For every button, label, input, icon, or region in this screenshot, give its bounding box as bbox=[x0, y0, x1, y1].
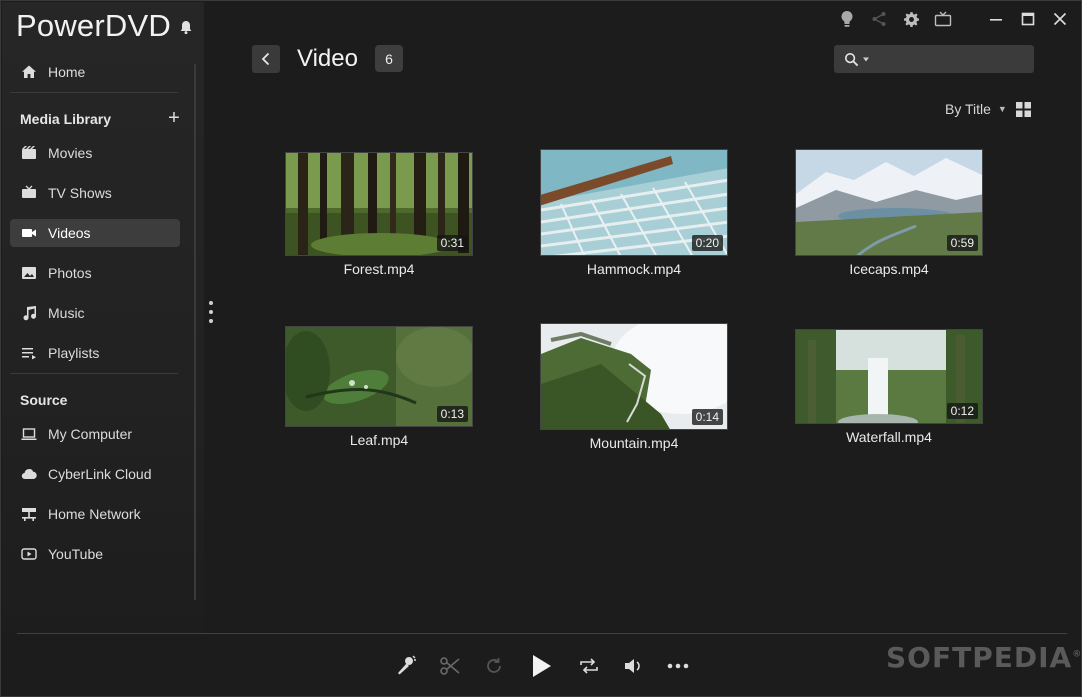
sidebar-item-label: Home bbox=[48, 64, 86, 80]
video-camera-icon bbox=[20, 224, 38, 242]
video-thumbnail[interactable]: 0:20 bbox=[540, 149, 728, 256]
video-thumbnail[interactable]: 0:31 bbox=[285, 152, 473, 256]
share-icon[interactable] bbox=[870, 10, 888, 28]
karaoke-mic-icon[interactable] bbox=[393, 653, 419, 679]
sort-label: By Title bbox=[945, 101, 991, 117]
video-thumbnail[interactable]: 0:14 bbox=[540, 323, 728, 430]
video-thumbnail[interactable]: 0:59 bbox=[795, 149, 983, 256]
panel-splitter-handle[interactable] bbox=[208, 301, 214, 327]
playback-bar-divider bbox=[17, 633, 1067, 634]
minimize-icon[interactable] bbox=[987, 10, 1005, 28]
chevron-left-icon bbox=[261, 52, 270, 66]
sidebar-item-label: My Computer bbox=[48, 426, 133, 442]
repeat-shuffle-icon[interactable] bbox=[576, 653, 602, 679]
sidebar-item-label: Movies bbox=[48, 145, 93, 161]
sidebar-item-cyberlink-cloud[interactable]: CyberLink Cloud bbox=[10, 460, 180, 488]
sidebar-item-playlists[interactable]: Playlists bbox=[10, 339, 180, 367]
duration-badge: 0:59 bbox=[946, 235, 978, 251]
bell-icon[interactable] bbox=[178, 19, 194, 35]
cloud-icon bbox=[20, 465, 38, 483]
video-tile-icecaps[interactable]: 0:59 Icecaps.mp4 bbox=[795, 149, 983, 277]
duration-badge: 0:14 bbox=[691, 409, 723, 425]
video-filename: Mountain.mp4 bbox=[589, 435, 679, 451]
back-button[interactable] bbox=[252, 45, 280, 73]
search-box[interactable] bbox=[834, 45, 1034, 73]
lightbulb-icon[interactable] bbox=[838, 10, 856, 28]
video-filename: Leaf.mp4 bbox=[349, 432, 409, 448]
network-icon bbox=[20, 505, 38, 523]
duration-badge: 0:31 bbox=[436, 235, 468, 251]
sidebar-item-label: TV Shows bbox=[48, 185, 112, 201]
sidebar-item-label: Playlists bbox=[48, 345, 100, 361]
sidebar-item-tv-shows[interactable]: TV Shows bbox=[10, 179, 180, 207]
duration-badge: 0:12 bbox=[946, 403, 978, 419]
video-tile-mountain[interactable]: 0:14 Mountain.mp4 bbox=[540, 323, 728, 451]
sidebar-item-photos[interactable]: Photos bbox=[10, 259, 180, 287]
video-tile-leaf[interactable]: 0:13 Leaf.mp4 bbox=[285, 326, 473, 448]
scissors-icon[interactable] bbox=[437, 653, 463, 679]
video-tile-waterfall[interactable]: 0:12 Waterfall.mp4 bbox=[795, 329, 983, 445]
sidebar-item-youtube[interactable]: YouTube bbox=[10, 540, 180, 568]
sidebar-item-label: Photos bbox=[48, 265, 92, 281]
volume-icon[interactable] bbox=[621, 653, 647, 679]
sidebar-item-label: Home Network bbox=[48, 506, 141, 522]
duration-badge: 0:20 bbox=[691, 235, 723, 251]
softpedia-watermark: SOFTPEDIA® bbox=[886, 641, 1082, 674]
divider bbox=[10, 373, 178, 374]
sidebar-item-movies[interactable]: Movies bbox=[10, 139, 180, 167]
page-title: Video bbox=[297, 45, 358, 72]
sidebar-item-music[interactable]: Music bbox=[10, 299, 180, 327]
sidebar-item-videos[interactable]: Videos bbox=[10, 219, 180, 247]
duration-badge: 0:13 bbox=[436, 406, 468, 422]
app-title: PowerDVD bbox=[16, 8, 171, 43]
gear-icon[interactable] bbox=[902, 10, 920, 28]
source-heading: Source bbox=[20, 392, 68, 408]
search-input[interactable] bbox=[876, 51, 1026, 67]
rotate-icon[interactable] bbox=[481, 653, 507, 679]
music-note-icon bbox=[20, 304, 38, 322]
maximize-icon[interactable] bbox=[1019, 10, 1037, 28]
photo-icon bbox=[20, 264, 38, 282]
sidebar-item-label: Music bbox=[48, 305, 85, 321]
sidebar-item-label: YouTube bbox=[48, 546, 104, 562]
video-thumbnail[interactable]: 0:12 bbox=[795, 329, 983, 424]
laptop-icon bbox=[20, 425, 38, 443]
sidebar: PowerDVD Home Media Library + Movies TV … bbox=[2, 2, 204, 633]
play-button[interactable] bbox=[528, 653, 554, 679]
video-tile-hammock[interactable]: 0:20 Hammock.mp4 bbox=[540, 149, 728, 277]
sort-dropdown[interactable]: By Title ▼ bbox=[945, 101, 1007, 117]
video-thumbnail[interactable]: 0:13 bbox=[285, 326, 473, 427]
add-icon[interactable]: + bbox=[165, 108, 183, 128]
more-options-icon[interactable] bbox=[665, 653, 691, 679]
sidebar-item-my-computer[interactable]: My Computer bbox=[10, 420, 180, 448]
video-filename: Hammock.mp4 bbox=[586, 261, 682, 277]
close-icon[interactable] bbox=[1051, 10, 1069, 28]
chevron-down-icon[interactable] bbox=[862, 55, 870, 63]
media-library-heading: Media Library bbox=[20, 111, 112, 127]
video-tile-forest[interactable]: 0:31 Forest.mp4 bbox=[285, 152, 473, 277]
film-icon bbox=[20, 144, 38, 162]
sidebar-item-home-network[interactable]: Home Network bbox=[10, 500, 180, 528]
search-icon[interactable] bbox=[844, 52, 859, 67]
caret-down-icon: ▼ bbox=[997, 104, 1007, 114]
item-count-badge: 6 bbox=[375, 45, 403, 72]
sidebar-scrollbar[interactable] bbox=[194, 64, 196, 600]
grid-view-icon[interactable] bbox=[1016, 102, 1031, 117]
video-filename: Icecaps.mp4 bbox=[849, 261, 929, 277]
video-filename: Waterfall.mp4 bbox=[846, 429, 932, 445]
sidebar-item-label: CyberLink Cloud bbox=[48, 466, 152, 482]
youtube-icon bbox=[20, 545, 38, 563]
home-icon bbox=[20, 63, 38, 81]
divider bbox=[10, 92, 178, 93]
sidebar-item-label: Videos bbox=[48, 225, 91, 241]
tv-mode-icon[interactable] bbox=[934, 10, 952, 28]
sidebar-item-home[interactable]: Home bbox=[10, 58, 180, 86]
playlist-icon bbox=[20, 344, 38, 362]
tv-icon bbox=[20, 184, 38, 202]
app-window: PowerDVD Home Media Library + Movies TV … bbox=[0, 0, 1082, 697]
video-filename: Forest.mp4 bbox=[343, 261, 415, 277]
